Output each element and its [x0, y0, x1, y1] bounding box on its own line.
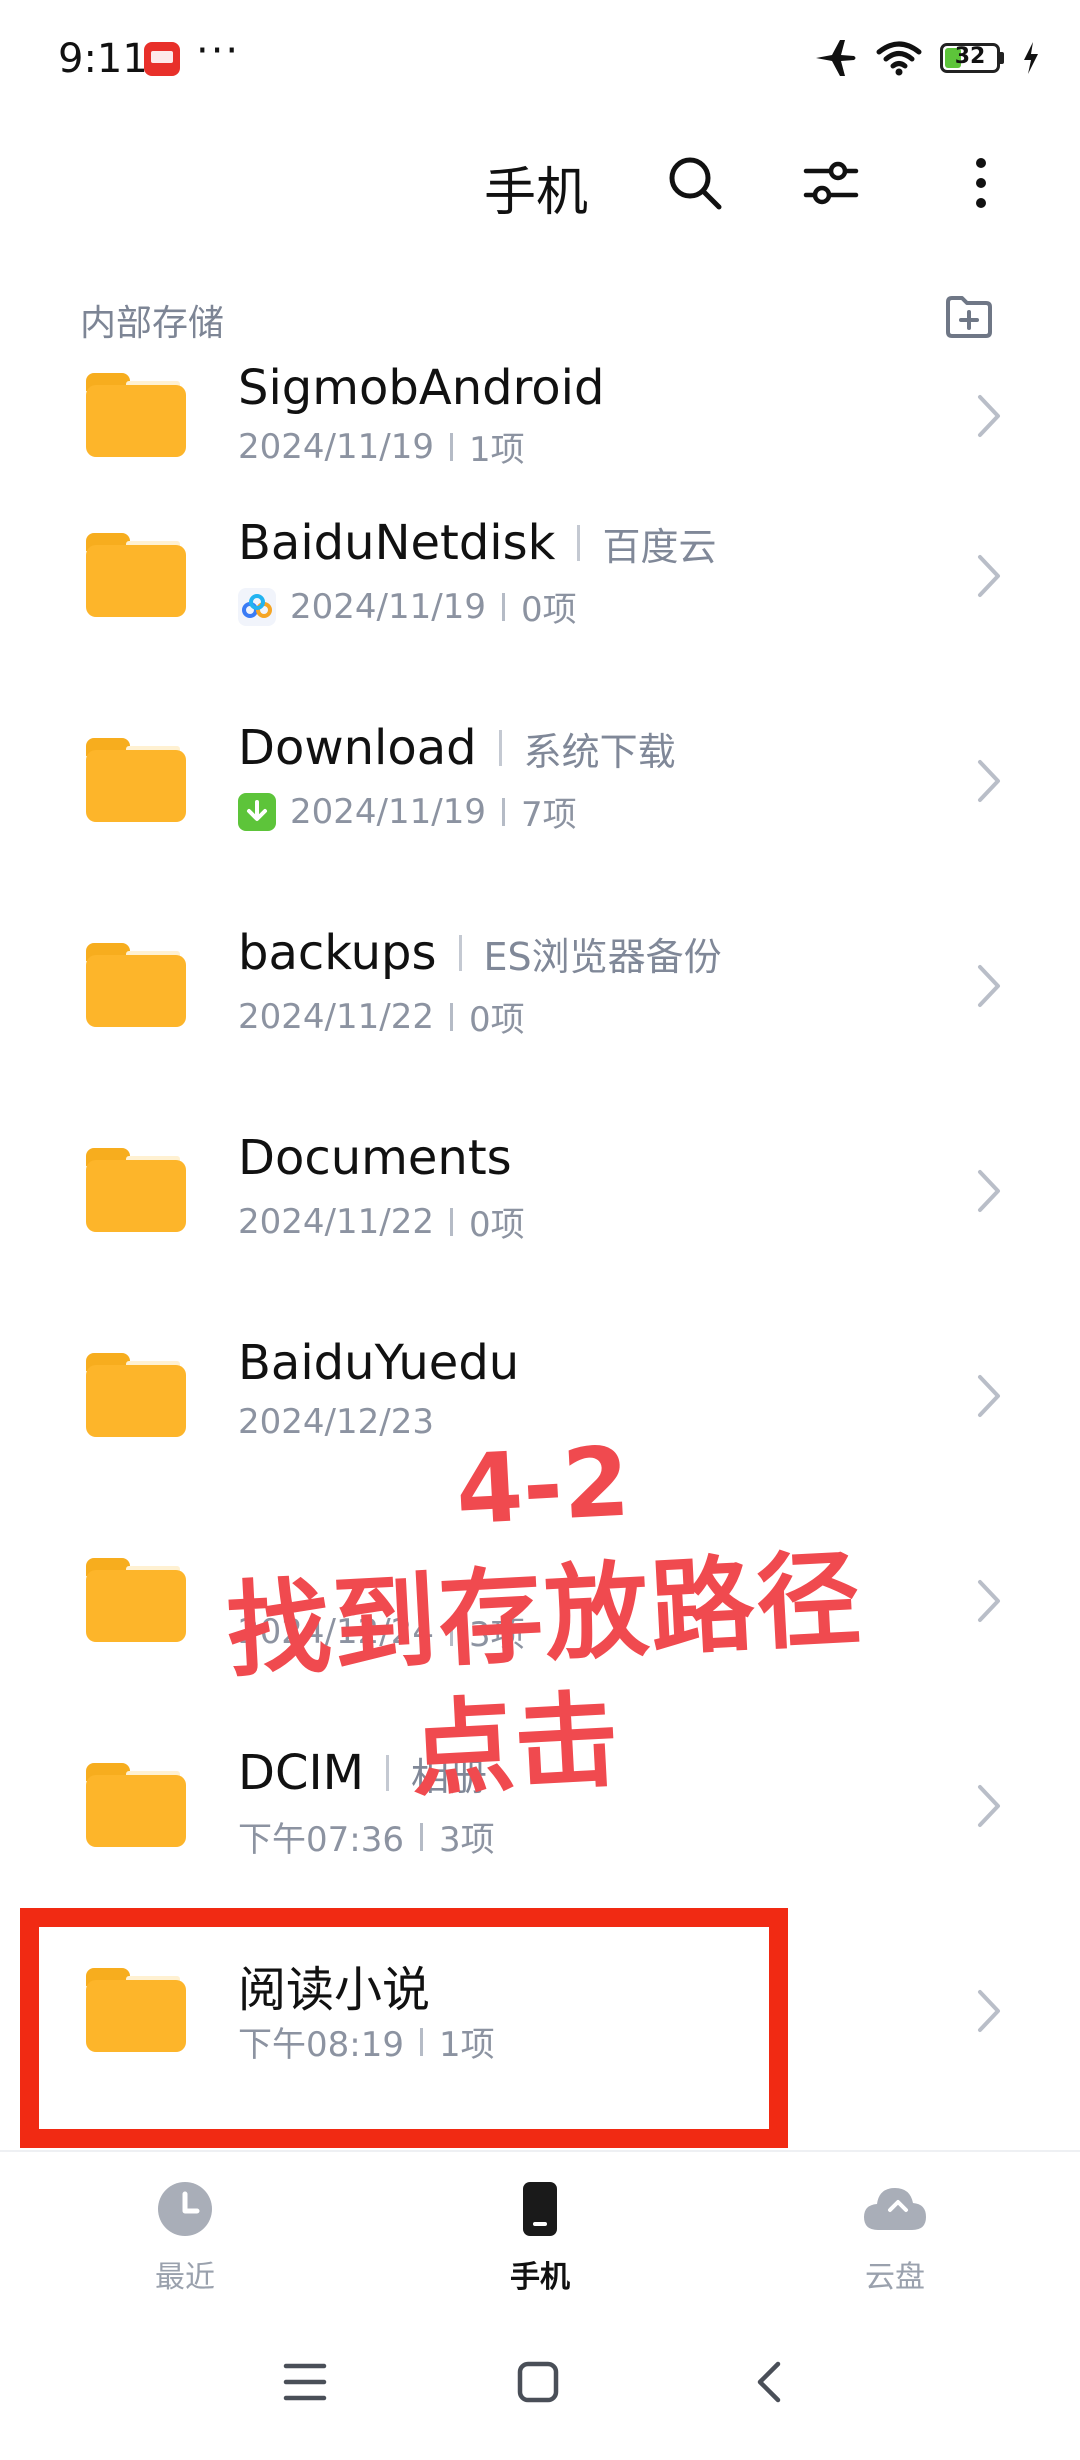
folder-icon — [86, 1148, 186, 1232]
cloud-icon — [864, 2188, 926, 2230]
folder-count: 7项 — [520, 795, 577, 835]
clock-icon — [158, 2182, 212, 2236]
folder-name: Documents — [238, 1130, 512, 1186]
download-icon — [238, 792, 276, 831]
folder-name: SigmobAndroid — [238, 360, 605, 416]
folder-icon — [86, 1763, 186, 1847]
breadcrumb[interactable]: 内部存储 — [80, 294, 224, 346]
chevron-right-icon — [978, 760, 1000, 802]
folder-name: BaiduYuedu — [238, 1335, 520, 1391]
status-indicators: 32 — [814, 38, 1040, 78]
baidu-netdisk-icon — [238, 587, 276, 626]
tab-label: 云盘 — [865, 2260, 925, 2295]
filter-button[interactable] — [796, 148, 866, 218]
chevron-right-icon — [978, 965, 1000, 1007]
airplane-mode-icon — [816, 40, 856, 76]
folder-alias: 系统下载 — [523, 729, 676, 774]
folder-icon — [86, 1558, 186, 1642]
folder-date: 2024/12/23 — [238, 1402, 434, 1442]
folder-date: 2024/11/19 — [290, 586, 486, 627]
list-item[interactable]: Download 系统下载 2024/11/19 7项 — [0, 670, 1080, 875]
sliders-icon — [803, 161, 859, 205]
battery-icon: 32 — [940, 43, 1000, 73]
charging-icon — [1024, 42, 1038, 74]
folder-icon — [86, 533, 186, 617]
folder-icon — [86, 373, 186, 457]
annotation-text: 点击 — [407, 1678, 622, 1812]
tab-label: 最近 — [155, 2260, 215, 2295]
folder-alias: ES浏览器备份 — [483, 934, 722, 979]
status-time: 9:11 — [58, 36, 148, 82]
more-options-button[interactable] — [946, 148, 1016, 218]
page-title: 手机 — [484, 163, 589, 223]
chevron-right-icon — [978, 1990, 1000, 2032]
chevron-right-icon — [978, 395, 1000, 437]
folder-count: 0项 — [520, 590, 577, 630]
highlight-box — [20, 1908, 788, 2148]
more-vertical-icon — [976, 158, 986, 208]
folder-count: 0项 — [468, 1000, 525, 1040]
menu-icon[interactable] — [282, 2360, 328, 2404]
tab-cloud[interactable]: 云盘 — [805, 2180, 985, 2296]
folder-count: 1项 — [468, 430, 525, 470]
app-notification-icon — [144, 42, 180, 76]
chevron-right-icon — [978, 1785, 1000, 1827]
folder-name: BaiduNetdisk — [238, 515, 556, 571]
folder-icon — [86, 943, 186, 1027]
folder-date: 2024/11/22 — [238, 996, 434, 1037]
chevron-right-icon — [978, 1375, 1000, 1417]
folder-date: 2024/11/19 — [238, 426, 434, 467]
search-button[interactable] — [660, 148, 730, 218]
new-folder-icon — [946, 296, 992, 338]
wifi-icon — [876, 41, 922, 76]
divider — [0, 2150, 1080, 2152]
list-item[interactable]: BaiduNetdisk 百度云 2024/11/19 0项 — [0, 465, 1080, 670]
back-icon[interactable] — [754, 2360, 784, 2404]
list-item[interactable]: Documents 2024/11/22 0项 — [0, 1080, 1080, 1285]
new-folder-button[interactable] — [944, 294, 994, 340]
search-icon — [669, 157, 722, 210]
folder-icon — [86, 738, 186, 822]
folder-date: 2024/11/22 — [238, 1201, 434, 1242]
chevron-right-icon — [978, 1170, 1000, 1212]
folder-name: Download — [238, 720, 477, 776]
tab-phone[interactable]: 手机 — [450, 2180, 630, 2296]
folder-name: backups — [238, 925, 437, 981]
tab-recent[interactable]: 最近 — [95, 2180, 275, 2296]
folder-date: 2024/11/19 — [290, 791, 486, 832]
folder-alias: 百度云 — [602, 524, 717, 569]
phone-icon — [523, 2182, 557, 2236]
folder-name: DCIM — [238, 1745, 365, 1801]
chevron-right-icon — [978, 1580, 1000, 1622]
list-item[interactable]: backups ES浏览器备份 2024/11/22 0项 — [0, 875, 1080, 1080]
folder-count: 3项 — [438, 1820, 495, 1860]
folder-list[interactable]: SigmobAndroid 2024/11/19 1项 BaiduNetdisk… — [0, 360, 1080, 2150]
folder-icon — [86, 1353, 186, 1437]
folder-count: 0项 — [468, 1205, 525, 1245]
list-item[interactable]: SigmobAndroid 2024/11/19 1项 — [0, 360, 1080, 470]
chevron-right-icon — [978, 555, 1000, 597]
battery-level: 32 — [954, 44, 986, 69]
home-icon[interactable] — [516, 2360, 560, 2404]
more-notifications-icon: ··· — [196, 28, 241, 74]
tab-label: 手机 — [510, 2260, 570, 2295]
folder-date: 下午07:36 — [238, 1820, 404, 1860]
